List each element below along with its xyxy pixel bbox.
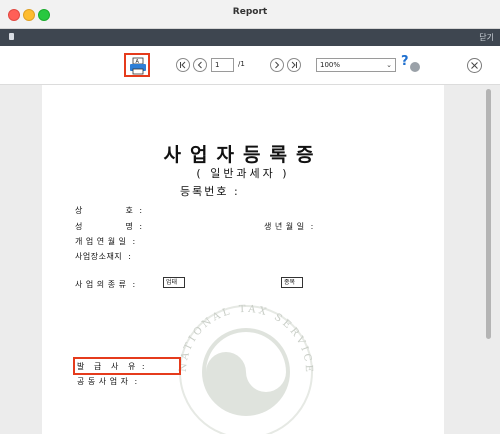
- document-subtitle: ( 일반과세자 ): [196, 167, 290, 180]
- next-page-button[interactable]: [270, 58, 284, 72]
- chevron-down-icon: ⌄: [386, 61, 392, 69]
- registration-number-label: 등록번호 :: [180, 185, 240, 198]
- report-viewer: NATIONAL TAX SERVICE REPUBLIC OF KOREA 사…: [0, 85, 500, 434]
- menu-icon[interactable]: [9, 33, 14, 40]
- last-page-icon: [291, 61, 297, 69]
- window-title: Report: [232, 7, 268, 17]
- business-category-box: 업태: [163, 277, 185, 288]
- viewer-scrollbar[interactable]: [486, 89, 491, 339]
- print-button[interactable]: A: [124, 53, 150, 77]
- menubar-right-label[interactable]: 닫기: [479, 32, 494, 43]
- last-page-button[interactable]: [287, 58, 301, 72]
- close-report-button[interactable]: [467, 58, 482, 73]
- window-titlebar: Report: [0, 0, 500, 29]
- field-joint-owner: 공 동 사 업 자 :: [77, 377, 138, 386]
- field-representative: 성 명 :: [75, 222, 143, 231]
- field-business-address: 사업장소재지 :: [75, 252, 132, 261]
- close-icon: [471, 62, 478, 69]
- field-birth-date: 생 년 월 일 :: [264, 222, 314, 231]
- document-page: NATIONAL TAX SERVICE REPUBLIC OF KOREA 사…: [42, 85, 444, 434]
- zoom-value: 100%: [320, 61, 341, 69]
- chevron-left-icon: [197, 61, 202, 69]
- report-toolbar: A 1 /1 100% ⌄ ?: [0, 46, 500, 85]
- first-page-button[interactable]: [176, 58, 190, 72]
- help-question-mark: ?: [401, 54, 409, 69]
- help-button[interactable]: ?: [401, 55, 423, 75]
- page-total: /1: [238, 60, 245, 68]
- page-number-input[interactable]: 1: [211, 58, 234, 72]
- document-title: 사업자등록증: [163, 144, 323, 166]
- field-shop-name: 상 호 :: [75, 206, 143, 215]
- printer-icon: A: [130, 57, 146, 75]
- nts-seal-watermark: NATIONAL TAX SERVICE REPUBLIC OF KOREA: [166, 286, 313, 434]
- business-item-box: 종목: [281, 277, 303, 288]
- field-open-date: 개 업 연 월 일 :: [75, 237, 136, 246]
- first-page-icon: [180, 61, 186, 69]
- field-issue-reason: 발 급 사 유 :: [77, 362, 146, 371]
- app-menubar: 닫기: [0, 29, 500, 46]
- prev-page-button[interactable]: [193, 58, 207, 72]
- chevron-right-icon: [275, 61, 280, 69]
- field-business-type: 사 업 의 종 류 :: [75, 280, 136, 289]
- zoom-select[interactable]: 100% ⌄: [316, 58, 396, 72]
- help-person-icon: [410, 62, 420, 72]
